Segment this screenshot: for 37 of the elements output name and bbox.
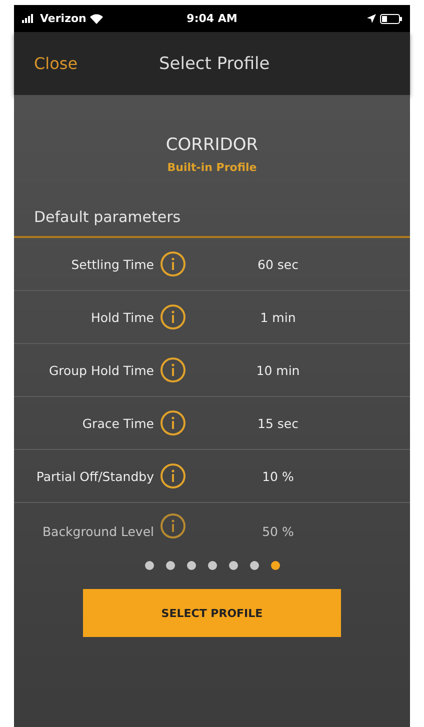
- parameter-value: 10 %: [261, 468, 295, 484]
- info-icon[interactable]: [160, 513, 186, 539]
- screen-title: Select Profile: [159, 54, 270, 74]
- parameter-label: Settling Time: [70, 256, 154, 272]
- page-dot[interactable]: [144, 561, 154, 570]
- wifi-icon: [90, 14, 104, 24]
- page-dot[interactable]: [228, 561, 238, 570]
- profile-name: CORRIDOR: [166, 135, 258, 155]
- section-header: Default parameters: [14, 174, 410, 238]
- profile-subtitle: Built-in Profile: [167, 161, 257, 174]
- close-button[interactable]: Close: [34, 54, 159, 73]
- page-dot[interactable]: [166, 561, 174, 570]
- parameter-label: Group Hold Time: [48, 362, 154, 378]
- info-icon[interactable]: [160, 304, 186, 330]
- page-dot[interactable]: [250, 561, 258, 570]
- parameter-value: 60 sec: [256, 256, 300, 272]
- parameter-value: 50 %: [261, 524, 295, 539]
- info-icon[interactable]: [160, 463, 186, 489]
- clock-time: 9:04 AM: [186, 12, 238, 25]
- info-icon[interactable]: [160, 357, 186, 383]
- parameter-value: 15 sec: [256, 416, 300, 430]
- signal-icon: [22, 14, 36, 23]
- info-icon[interactable]: [160, 410, 186, 436]
- parameter-label: Grace Time: [81, 416, 154, 430]
- battery-icon: [380, 14, 402, 24]
- page-dot[interactable]: [208, 561, 216, 570]
- parameter-label: Background Level: [41, 524, 154, 539]
- page-dot[interactable]: [270, 561, 280, 570]
- parameter-value: 10 min: [255, 362, 301, 378]
- parameter-value: 1 min: [259, 310, 297, 324]
- carrier-name: Verizon: [40, 12, 86, 25]
- parameter-label: Partial Off/Standby: [35, 468, 154, 484]
- select-profile-button[interactable]: SELECT PROFILE: [83, 589, 341, 637]
- location-icon: [367, 14, 376, 23]
- info-icon[interactable]: [160, 251, 186, 277]
- page-dot[interactable]: [186, 561, 196, 570]
- parameter-label: Hold Time: [90, 310, 154, 324]
